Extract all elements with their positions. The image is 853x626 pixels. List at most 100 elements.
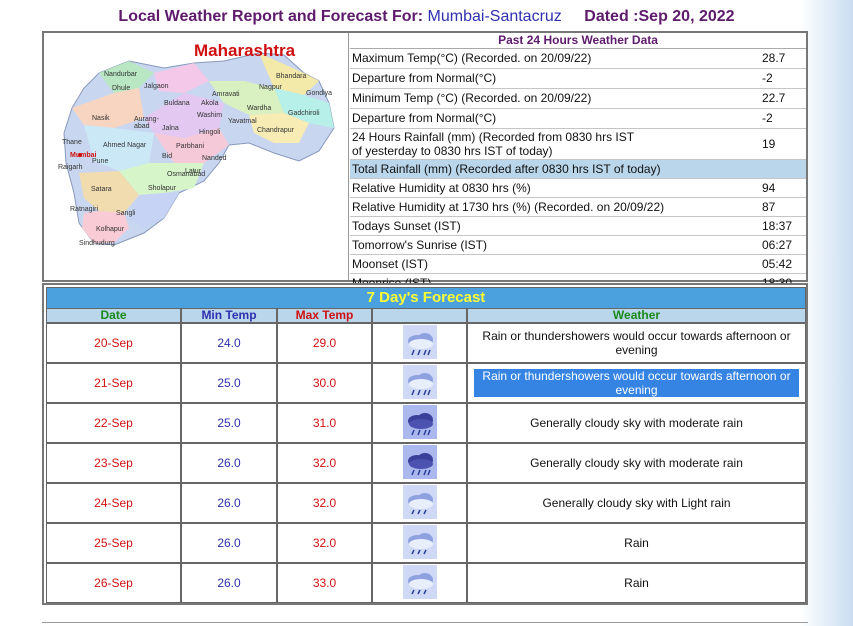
stat-label-line1: 24 Hours Rainfall (mm) (Recorded from 08… xyxy=(352,130,635,144)
stat-value: 05:42 xyxy=(762,257,793,271)
forecast-row: 22-Sep 25.0 31.0 Generally cloudy sky with … xyxy=(46,403,806,443)
past-24h-table: Past 24 Hours Weather Data Maximum Temp(… xyxy=(350,33,806,290)
stat-row: Total Rainfall (mm) (Recorded after 0830… xyxy=(350,160,806,179)
stat-label: Moonset (IST) xyxy=(352,257,429,271)
svg-text:Hingoli: Hingoli xyxy=(199,129,221,136)
forecast-max-temp: 32.0 xyxy=(277,483,372,523)
stat-label: Todays Sunset (IST) xyxy=(352,219,461,233)
forecast-weather-text: Rain or thundershowers would occur towar… xyxy=(474,369,799,397)
forecast-max-temp: 31.0 xyxy=(277,403,372,443)
forecast-weather-text: Rain xyxy=(624,536,649,550)
forecast-min-temp: 26.0 xyxy=(181,563,277,603)
forecast-icon-cell xyxy=(372,403,467,443)
stat-label: Relative Humidity at 1730 hrs (%) (Recor… xyxy=(352,200,665,214)
svg-text:Sindhudurg: Sindhudurg xyxy=(79,240,115,247)
forecast-weather: Rain or thundershowers would occur towar… xyxy=(467,363,806,403)
stat-row: Minimum Temp (°C) (Recorded. on 20/09/22… xyxy=(350,89,806,109)
stat-row: Todays Sunset (IST) 18:37 xyxy=(350,217,806,236)
forecast-header-row: Date Min Temp Max Temp Weather xyxy=(46,308,806,323)
stat-value: 87 xyxy=(762,200,776,214)
forecast-max-temp: 32.0 xyxy=(277,443,372,483)
svg-text:Raigarh: Raigarh xyxy=(58,164,83,171)
forecast-date: 23-Sep xyxy=(46,443,181,483)
svg-text:Chandrapur: Chandrapur xyxy=(257,127,295,134)
forecast-weather: Generally cloudy sky with Light rain xyxy=(467,483,806,523)
forecast-weather: Rain or thundershowers would occur towar… xyxy=(467,323,806,363)
col-min-temp: Min Temp xyxy=(181,308,277,323)
stat-value: 94 xyxy=(762,181,776,195)
stat-row: Departure from Normal(°C) -2 xyxy=(350,109,806,129)
stat-row: Relative Humidity at 1730 hrs (%) (Recor… xyxy=(350,198,806,217)
svg-text:Latur: Latur xyxy=(185,168,202,175)
forecast-weather-text: Generally cloudy sky with Light rain xyxy=(542,496,731,510)
forecast-max-temp: 32.0 xyxy=(277,523,372,563)
stat-label: Departure from Normal(°C) xyxy=(352,71,497,85)
thundershower-icon xyxy=(402,364,437,402)
forecast-icon-cell xyxy=(372,443,467,483)
stat-value: 19 xyxy=(762,137,776,151)
svg-text:Gadchiroli: Gadchiroli xyxy=(288,110,320,117)
svg-text:Amravati: Amravati xyxy=(212,91,240,98)
forecast-table: 7 Day's Forecast Date Min Temp Max Temp … xyxy=(42,283,808,605)
svg-text:Nandurbar: Nandurbar xyxy=(104,71,138,78)
svg-text:Washim: Washim xyxy=(197,112,222,119)
current-weather-panel: Nandurbar Dhule Jalgaon Bhandara Nagpur … xyxy=(42,31,808,290)
header-prefix: Local Weather Report and Forecast For: xyxy=(118,8,424,25)
maharashtra-map-image: Nandurbar Dhule Jalgaon Bhandara Nagpur … xyxy=(58,52,335,247)
forecast-min-temp: 24.0 xyxy=(181,323,277,363)
forecast-title: 7 Day's Forecast xyxy=(46,287,806,309)
forecast-date: 21-Sep xyxy=(46,363,181,403)
stat-label: Departure from Normal(°C) xyxy=(352,111,497,125)
stat-row: Maximum Temp(°C) (Recorded. on 20/09/22)… xyxy=(350,49,806,69)
svg-text:Ahmed Nagar: Ahmed Nagar xyxy=(103,142,147,149)
svg-text:Yavatmal: Yavatmal xyxy=(228,118,257,125)
forecast-weather-text: Rain or thundershowers would occur towar… xyxy=(482,329,791,357)
stat-label: Total Rainfall (mm) (Recorded after 0830… xyxy=(352,162,661,176)
forecast-max-temp: 29.0 xyxy=(277,323,372,363)
forecast-date: 24-Sep xyxy=(46,483,181,523)
forecast-date: 26-Sep xyxy=(46,563,181,603)
svg-text:Sholapur: Sholapur xyxy=(148,185,177,192)
svg-text:Bhandara: Bhandara xyxy=(276,73,306,80)
forecast-min-temp: 26.0 xyxy=(181,483,277,523)
thundershower-icon xyxy=(402,324,437,362)
forecast-icon-cell xyxy=(372,363,467,403)
forecast-date: 25-Sep xyxy=(46,523,181,563)
svg-text:Bid: Bid xyxy=(162,153,172,160)
forecast-icon-cell xyxy=(372,523,467,563)
forecast-date: 22-Sep xyxy=(46,403,181,443)
forecast-weather: Generally cloudy sky with moderate rain xyxy=(467,443,806,483)
forecast-icon-cell xyxy=(372,323,467,363)
svg-text:Parbhani: Parbhani xyxy=(176,143,204,150)
svg-text:Ratnagiri: Ratnagiri xyxy=(70,206,98,213)
svg-text:Gondiya: Gondiya xyxy=(306,90,332,97)
svg-text:Wardha: Wardha xyxy=(247,105,271,112)
forecast-min-temp: 25.0 xyxy=(181,403,277,443)
svg-text:Nagpur: Nagpur xyxy=(259,84,283,91)
svg-text:Sangli: Sangli xyxy=(116,210,136,217)
location-name: Mumbai-Santacruz xyxy=(427,8,562,25)
svg-text:Aurang-: Aurang- xyxy=(134,116,160,123)
forecast-max-temp: 30.0 xyxy=(277,363,372,403)
forecast-weather: Generally cloudy sky with moderate rain xyxy=(467,403,806,443)
footer-divider xyxy=(42,622,808,623)
stat-value: 18:37 xyxy=(762,219,793,233)
moderate-rain-icon xyxy=(402,444,437,482)
forecast-rows: 20-Sep 24.0 29.0 Rain or thundershowers wou… xyxy=(46,323,806,603)
forecast-row: 26-Sep 26.0 33.0 Rain xyxy=(46,563,806,603)
forecast-weather-text: Rain xyxy=(624,576,649,590)
light-rain-icon xyxy=(402,484,437,522)
stat-label-line2: of yesterday to 0830 hrs IST of today) xyxy=(352,144,553,158)
rain-icon xyxy=(402,564,437,602)
forecast-row: 24-Sep 26.0 32.0 Generally cloudy sky with … xyxy=(46,483,806,523)
forecast-row: 23-Sep 26.0 32.0 Generally cloudy sky with … xyxy=(46,443,806,483)
forecast-min-temp: 26.0 xyxy=(181,443,277,483)
col-icon xyxy=(372,308,467,323)
report-date: Dated :Sep 20, 2022 xyxy=(584,8,735,25)
forecast-max-temp: 33.0 xyxy=(277,563,372,603)
svg-text:Buldana: Buldana xyxy=(164,100,190,107)
forecast-row: 25-Sep 26.0 32.0 Rain xyxy=(46,523,806,563)
stat-row: 24 Hours Rainfall (mm) (Recorded from 08… xyxy=(350,129,806,160)
col-weather: Weather xyxy=(467,308,806,323)
forecast-date: 20-Sep xyxy=(46,323,181,363)
